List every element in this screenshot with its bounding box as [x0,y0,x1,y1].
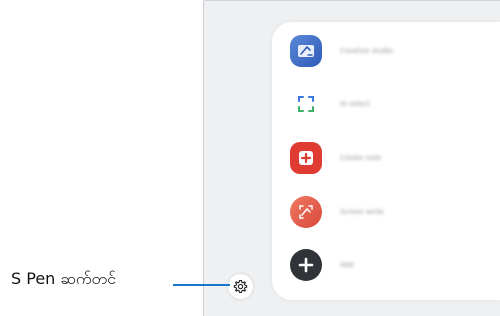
menu-item-label: Creative studio [340,47,394,55]
menu-item-label: Screen write [340,208,384,216]
callout-line [173,284,230,286]
menu-item-label: AI select [340,100,370,108]
screen-write-icon [290,196,322,228]
menu-item-ai-select[interactable]: AI select [290,84,480,124]
settings-gear-icon [233,279,248,294]
add-icon [290,249,322,281]
menu-item-label: Add [340,261,354,269]
ai-select-icon [290,88,322,120]
menu-item-add[interactable]: Add [290,245,480,285]
menu-item-screen-write[interactable]: Screen write [290,192,480,232]
create-note-icon [290,142,322,174]
s-pen-settings-button[interactable] [228,274,253,299]
menu-item-label: Create note [340,154,382,162]
creative-studio-icon [290,35,322,67]
menu-item-create-note[interactable]: Create note [290,138,480,178]
menu-item-creative-studio[interactable]: Creative studio [290,31,480,71]
s-pen-settings-callout-label: S Pen ဆက်တင် [11,269,116,288]
